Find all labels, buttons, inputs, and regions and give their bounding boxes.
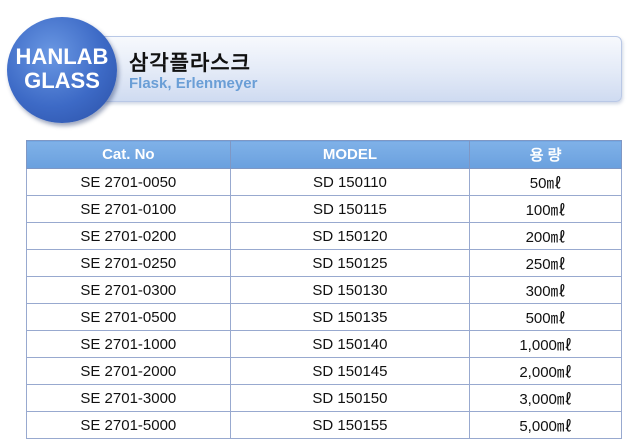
cell-cat-no: SE 2701-0050 bbox=[26, 168, 231, 196]
cell-model: SD 150150 bbox=[229, 384, 471, 412]
cell-capacity: 100㎖ bbox=[469, 195, 622, 223]
cell-cat-no: SE 2701-2000 bbox=[26, 357, 231, 385]
cell-model: SD 150110 bbox=[229, 168, 471, 196]
cell-model: SD 150140 bbox=[229, 330, 471, 358]
logo-line-1: HANLAB bbox=[15, 44, 109, 69]
product-table: Cat. No MODEL 용 량 SE 2701-0050 SD 150110… bbox=[26, 140, 622, 439]
cell-capacity: 3,000㎖ bbox=[469, 384, 622, 412]
cell-model: SD 150125 bbox=[229, 249, 471, 277]
cell-cat-no: SE 2701-0250 bbox=[26, 249, 231, 277]
cell-cat-no: SE 2701-3000 bbox=[26, 384, 231, 412]
table-row: SE 2701-0200 SD 150120 200㎖ bbox=[26, 222, 622, 250]
cell-model: SD 150155 bbox=[229, 411, 471, 439]
cell-cat-no: SE 2701-0300 bbox=[26, 276, 231, 304]
table-row: SE 2701-3000 SD 150150 3,000㎖ bbox=[26, 384, 622, 412]
cell-cat-no: SE 2701-0500 bbox=[26, 303, 231, 331]
header-capacity: 용 량 bbox=[469, 140, 622, 169]
cell-model: SD 150115 bbox=[229, 195, 471, 223]
cell-model: SD 150145 bbox=[229, 357, 471, 385]
cell-model: SD 150120 bbox=[229, 222, 471, 250]
cell-capacity: 300㎖ bbox=[469, 276, 622, 304]
cell-cat-no: SE 2701-1000 bbox=[26, 330, 231, 358]
cell-capacity: 200㎖ bbox=[469, 222, 622, 250]
table-row: SE 2701-0100 SD 150115 100㎖ bbox=[26, 195, 622, 223]
table-row: SE 2701-1000 SD 150140 1,000㎖ bbox=[26, 330, 622, 358]
title-banner: 삼각플라스크 Flask, Erlenmeyer bbox=[86, 36, 622, 102]
cell-model: SD 150135 bbox=[229, 303, 471, 331]
table-row: SE 2701-0300 SD 150130 300㎖ bbox=[26, 276, 622, 304]
table-row: SE 2701-0050 SD 150110 50㎖ bbox=[26, 168, 622, 196]
cell-capacity: 1,000㎖ bbox=[469, 330, 622, 358]
logo-line-2: GLASS bbox=[24, 68, 100, 93]
cell-capacity: 5,000㎖ bbox=[469, 411, 622, 439]
cell-capacity: 500㎖ bbox=[469, 303, 622, 331]
cell-cat-no: SE 2701-0200 bbox=[26, 222, 231, 250]
cell-cat-no: SE 2701-5000 bbox=[26, 411, 231, 439]
cell-capacity: 2,000㎖ bbox=[469, 357, 622, 385]
table-header-row: Cat. No MODEL 용 량 bbox=[26, 140, 622, 169]
cell-capacity: 250㎖ bbox=[469, 249, 622, 277]
page-subtitle: Flask, Erlenmeyer bbox=[129, 75, 258, 92]
table-row: SE 2701-2000 SD 150145 2,000㎖ bbox=[26, 357, 622, 385]
cell-cat-no: SE 2701-0100 bbox=[26, 195, 231, 223]
brand-logo: HANLAB GLASS bbox=[7, 17, 117, 123]
header-model: MODEL bbox=[229, 140, 471, 169]
table-row: SE 2701-0250 SD 150125 250㎖ bbox=[26, 249, 622, 277]
table-row: SE 2701-0500 SD 150135 500㎖ bbox=[26, 303, 622, 331]
page-title: 삼각플라스크 bbox=[129, 51, 251, 75]
header-cat-no: Cat. No bbox=[26, 140, 231, 169]
cell-capacity: 50㎖ bbox=[469, 168, 622, 196]
cell-model: SD 150130 bbox=[229, 276, 471, 304]
table-row: SE 2701-5000 SD 150155 5,000㎖ bbox=[26, 411, 622, 439]
